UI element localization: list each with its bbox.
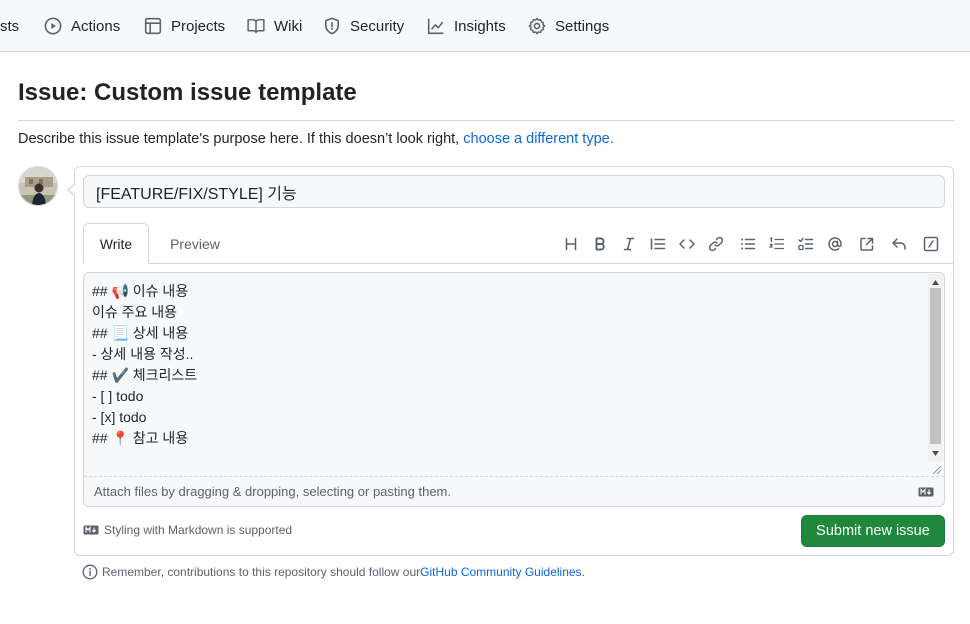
table-icon bbox=[144, 17, 162, 35]
gear-icon bbox=[528, 17, 546, 35]
comment-body-editor[interactable]: ## 📢 이슈 내용 이슈 주요 내용 ## 📃 상세 내용 - 상세 내용 작… bbox=[83, 272, 945, 507]
slash-icon bbox=[923, 236, 938, 251]
scroll-thumb[interactable] bbox=[930, 288, 941, 444]
bold-icon bbox=[595, 237, 605, 250]
nav-item-projects[interactable]: Projects bbox=[144, 0, 225, 52]
quote-icon bbox=[650, 237, 665, 250]
graph-icon bbox=[427, 18, 444, 35]
unordered-list-icon bbox=[740, 238, 755, 249]
play-icon bbox=[44, 17, 62, 35]
nav-item-label: sts bbox=[0, 17, 20, 35]
code-button[interactable] bbox=[672, 230, 701, 258]
nav-item-label: Wiki bbox=[274, 17, 303, 35]
nav-item-label: Settings bbox=[555, 17, 610, 35]
reply-icon bbox=[891, 237, 906, 250]
contribution-note-text: Remember, contributions to this reposito… bbox=[102, 565, 421, 579]
nav-item-actions[interactable]: Actions bbox=[44, 0, 120, 52]
markdown-icon bbox=[83, 525, 99, 535]
slash-command-button[interactable] bbox=[916, 230, 945, 258]
task-list-button[interactable] bbox=[791, 230, 820, 258]
submit-new-issue-button[interactable]: Submit new issue bbox=[801, 515, 945, 547]
attach-files-hint: Attach files by dragging & dropping, sel… bbox=[94, 484, 451, 499]
task-list-icon bbox=[797, 237, 813, 250]
mention-icon bbox=[827, 236, 842, 251]
ordered-list-button[interactable] bbox=[762, 230, 791, 258]
bold-button[interactable] bbox=[585, 230, 614, 258]
shield-icon bbox=[325, 17, 339, 35]
unordered-list-button[interactable] bbox=[733, 230, 762, 258]
link-button[interactable] bbox=[701, 230, 730, 258]
divider bbox=[18, 120, 954, 121]
community-guidelines-link[interactable]: GitHub Community Guidelines bbox=[420, 565, 581, 579]
markdown-toolbar bbox=[556, 223, 945, 264]
book-icon bbox=[247, 19, 265, 34]
ordered-list-icon bbox=[768, 236, 784, 249]
markdown-icon bbox=[918, 487, 934, 497]
nav-item-wiki[interactable]: Wiki bbox=[247, 0, 302, 52]
choose-different-type-link[interactable]: choose a different type. bbox=[463, 131, 613, 147]
heading-icon bbox=[565, 237, 576, 250]
attach-files-bar[interactable]: Attach files by dragging & dropping, sel… bbox=[84, 476, 944, 506]
nav-item-label: Projects bbox=[171, 17, 226, 35]
contribution-note-suffix: . bbox=[581, 565, 585, 579]
avatar-image bbox=[19, 167, 57, 205]
template-description: Describe this issue template's purpose h… bbox=[18, 131, 614, 147]
reference-icon bbox=[859, 237, 873, 251]
reply-button[interactable] bbox=[884, 230, 913, 258]
new-issue-form: [FEATURE/FIX/STYLE] 기능 Write Preview ## … bbox=[67, 166, 954, 556]
nav-item-security[interactable]: Security bbox=[323, 0, 404, 52]
scroll-up-arrow[interactable] bbox=[928, 276, 943, 288]
markdown-hint-text: Styling with Markdown is supported bbox=[104, 523, 293, 537]
page-title: Issue: Custom issue template bbox=[18, 79, 357, 106]
mention-button[interactable] bbox=[820, 230, 849, 258]
quote-button[interactable] bbox=[643, 230, 672, 258]
tab-preview[interactable]: Preview bbox=[159, 223, 231, 264]
reference-button[interactable] bbox=[852, 230, 881, 258]
italic-icon bbox=[623, 237, 634, 250]
scroll-down-arrow[interactable] bbox=[928, 447, 943, 459]
nav-item-label: Insights bbox=[454, 17, 506, 35]
comment-body-textarea[interactable]: ## 📢 이슈 내용 이슈 주요 내용 ## 📃 상세 내용 - 상세 내용 작… bbox=[84, 273, 929, 477]
heading-button[interactable] bbox=[556, 230, 585, 258]
nav-item-pull-requests[interactable]: sts bbox=[0, 0, 19, 52]
editor-tabs: Write Preview bbox=[83, 223, 953, 264]
issue-title-input[interactable]: [FEATURE/FIX/STYLE] 기능 bbox=[83, 175, 945, 208]
nav-item-settings[interactable]: Settings bbox=[528, 0, 609, 52]
markdown-supported-hint[interactable]: Styling with Markdown is supported bbox=[83, 523, 292, 537]
description-text: Describe this issue template's purpose h… bbox=[18, 131, 464, 147]
info-icon bbox=[82, 564, 98, 580]
italic-button[interactable] bbox=[614, 230, 643, 258]
resize-grip-icon[interactable] bbox=[930, 463, 942, 475]
nav-item-label: Actions bbox=[71, 17, 121, 35]
nav-item-label: Security bbox=[350, 17, 405, 35]
repo-nav: sts Actions Projects Wiki Security Insig… bbox=[0, 0, 970, 52]
contribution-note: Remember, contributions to this reposito… bbox=[82, 564, 585, 580]
link-icon bbox=[708, 236, 723, 251]
tab-write[interactable]: Write bbox=[83, 223, 149, 264]
avatar[interactable] bbox=[18, 166, 58, 206]
issue-title-value: [FEATURE/FIX/STYLE] 기능 bbox=[96, 185, 297, 203]
code-icon bbox=[678, 238, 695, 249]
editor-scrollbar[interactable] bbox=[928, 274, 943, 461]
nav-item-insights[interactable]: Insights bbox=[427, 0, 506, 52]
